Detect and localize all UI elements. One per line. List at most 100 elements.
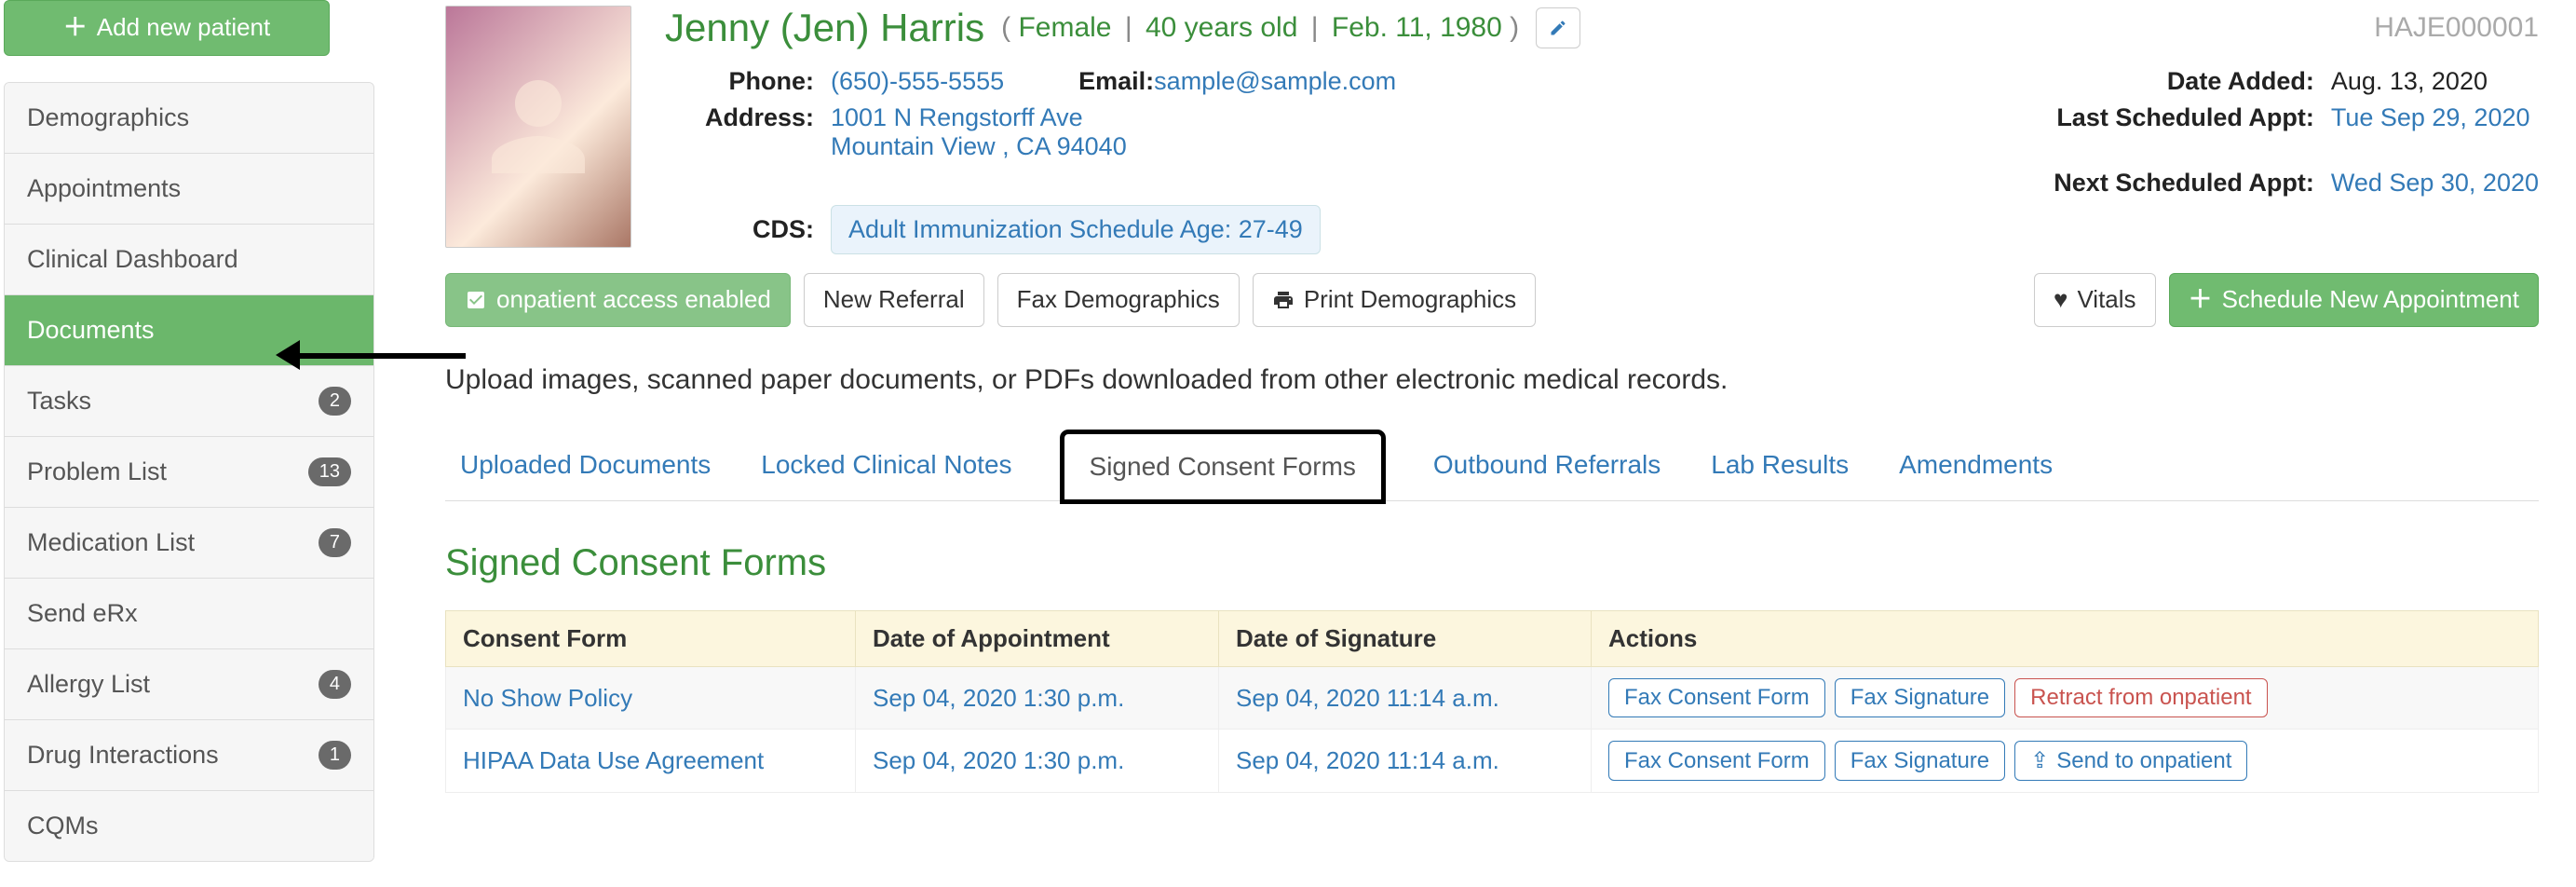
sidebar: ＋ Add new patient Demographics Appointmen… — [0, 0, 378, 862]
address-value[interactable]: 1001 N Rengstorff Ave Mountain View , CA… — [831, 103, 1396, 161]
sidebar-item-cqms[interactable]: CQMs — [5, 791, 373, 861]
patient-age: 40 years old — [1146, 12, 1297, 43]
date-added-value: Aug. 13, 2020 — [2331, 67, 2539, 96]
table-header-row: Consent Form Date of Appointment Date of… — [446, 611, 2539, 667]
address-line2: Mountain View , CA 94040 — [831, 132, 1396, 161]
heart-icon: ♥ — [2054, 284, 2068, 316]
share-icon: ⇪ — [2030, 748, 2049, 773]
send-to-onpatient-button[interactable]: ⇪ Send to onpatient — [2014, 741, 2247, 781]
sidebar-item-label: Tasks — [27, 387, 91, 416]
sidebar-item-tasks[interactable]: Tasks2 — [5, 366, 373, 437]
plus-icon: ＋ — [2189, 284, 2213, 316]
col-date-appointment: Date of Appointment — [856, 611, 1219, 667]
schedule-appointment-label: Schedule New Appointment — [2222, 284, 2519, 316]
next-appt-value[interactable]: Wed Sep 30, 2020 — [2331, 169, 2539, 198]
tab-amendments[interactable]: Amendments — [1899, 430, 2053, 500]
person-icon — [482, 71, 594, 183]
next-appt-label: Next Scheduled Appt: — [1998, 169, 2314, 198]
sidebar-badge: 13 — [308, 457, 351, 486]
email-value[interactable]: sample@sample.com — [1154, 67, 1396, 96]
plus-icon: ＋ — [63, 12, 88, 44]
date-added-label: Date Added: — [1998, 67, 2314, 96]
upload-hint: Upload images, scanned paper documents, … — [445, 364, 2539, 396]
sidebar-badge: 7 — [319, 528, 351, 557]
phone-value[interactable]: (650)-555-5555 — [831, 67, 1004, 96]
appt-date-link[interactable]: Sep 04, 2020 1:30 p.m. — [873, 746, 1124, 774]
fax-demographics-label: Fax Demographics — [1017, 284, 1220, 316]
edit-patient-button[interactable] — [1536, 7, 1580, 48]
tab-uploaded-documents[interactable]: Uploaded Documents — [460, 430, 711, 500]
sidebar-item-send-erx[interactable]: Send eRx — [5, 579, 373, 649]
pencil-icon — [1549, 19, 1567, 37]
sidebar-badge: 1 — [319, 741, 351, 770]
sidebar-item-drug-interactions[interactable]: Drug Interactions1 — [5, 720, 373, 791]
sidebar-item-label: Demographics — [27, 103, 189, 132]
table-row: HIPAA Data Use Agreement Sep 04, 2020 1:3… — [446, 730, 2539, 793]
sidebar-item-label: Send eRx — [27, 599, 138, 628]
print-demographics-button[interactable]: Print Demographics — [1253, 273, 1536, 327]
tab-signed-consent-forms[interactable]: Signed Consent Forms — [1063, 432, 1383, 501]
patient-header: Jenny (Jen) Harris ( Female | 40 years o… — [445, 6, 2539, 254]
print-icon — [1272, 289, 1295, 311]
add-patient-button[interactable]: ＋ Add new patient — [4, 0, 330, 56]
cds-label: CDS: — [665, 215, 814, 244]
signature-date[interactable]: Sep 04, 2020 11:14 a.m. — [1236, 684, 1499, 712]
patient-id: HAJE000001 — [2374, 12, 2539, 44]
signature-date[interactable]: Sep 04, 2020 11:14 a.m. — [1236, 746, 1499, 774]
patient-dob: Feb. 11, 1980 — [1332, 12, 1502, 43]
sidebar-item-medication-list[interactable]: Medication List 7 — [5, 508, 373, 579]
email-label: Email: — [1078, 67, 1154, 96]
sidebar-item-allergy-list[interactable]: Allergy List 4 — [5, 649, 373, 720]
address-line1: 1001 N Rengstorff Ave — [831, 103, 1396, 132]
vitals-button[interactable]: ♥ Vitals — [2034, 273, 2156, 327]
main-content: Jenny (Jen) Harris ( Female | 40 years o… — [378, 0, 2576, 830]
schedule-appointment-button[interactable]: ＋ Schedule New Appointment — [2169, 273, 2539, 327]
sidebar-item-label: Problem List — [27, 457, 167, 486]
table-row: No Show Policy Sep 04, 2020 1:30 p.m. Sep … — [446, 667, 2539, 730]
fax-consent-form-button[interactable]: Fax Consent Form — [1608, 741, 1825, 781]
sidebar-item-documents[interactable]: Documents — [5, 295, 373, 366]
tab-locked-clinical-notes[interactable]: Locked Clinical Notes — [761, 430, 1011, 500]
sidebar-item-label: Appointments — [27, 174, 181, 203]
fax-signature-button[interactable]: Fax Signature — [1835, 741, 2005, 781]
consent-form-link[interactable]: No Show Policy — [463, 684, 632, 712]
action-button-label: Retract from onpatient — [2030, 685, 2251, 710]
action-button-label: Send to onpatient — [2056, 748, 2231, 773]
sidebar-item-label: Allergy List — [27, 670, 150, 699]
section-title: Signed Consent Forms — [445, 542, 2539, 584]
sidebar-item-clinical-dashboard[interactable]: Clinical Dashboard — [5, 225, 373, 295]
action-bar: onpatient access enabled New Referral Fa… — [445, 273, 2539, 327]
consent-form-link[interactable]: HIPAA Data Use Agreement — [463, 746, 764, 774]
sidebar-item-label: Clinical Dashboard — [27, 245, 238, 274]
col-date-signature: Date of Signature — [1219, 611, 1592, 667]
col-actions: Actions — [1592, 611, 2539, 667]
new-referral-button[interactable]: New Referral — [804, 273, 984, 327]
sidebar-nav: Demographics Appointments Clinical Dashboa… — [4, 82, 374, 862]
document-tabs: Uploaded Documents Locked Clinical Notes S… — [445, 430, 2539, 501]
sidebar-item-appointments[interactable]: Appointments — [5, 154, 373, 225]
patient-name: Jenny (Jen) Harris — [665, 6, 984, 50]
patient-meta: ( Female | 40 years old | Feb. 11, 1980 … — [1001, 12, 1519, 44]
phone-label: Phone: — [665, 67, 814, 96]
onpatient-access-button[interactable]: onpatient access enabled — [445, 273, 791, 327]
cds-pill[interactable]: Adult Immunization Schedule Age: 27-49 — [831, 205, 1321, 254]
consent-forms-table: Consent Form Date of Appointment Date of… — [445, 610, 2539, 793]
sidebar-item-label: Medication List — [27, 528, 195, 557]
add-patient-label: Add new patient — [97, 12, 270, 44]
appt-date-link[interactable]: Sep 04, 2020 1:30 p.m. — [873, 684, 1124, 712]
fax-signature-button[interactable]: Fax Signature — [1835, 678, 2005, 717]
print-demographics-label: Print Demographics — [1304, 284, 1516, 316]
sidebar-item-problem-list[interactable]: Problem List 13 — [5, 437, 373, 508]
last-appt-label: Last Scheduled Appt: — [1998, 103, 2314, 132]
retract-from-onpatient-button[interactable]: Retract from onpatient — [2014, 678, 2267, 717]
tab-outbound-referrals[interactable]: Outbound Referrals — [1433, 430, 1661, 500]
col-consent-form: Consent Form — [446, 611, 856, 667]
sidebar-item-demographics[interactable]: Demographics — [5, 83, 373, 154]
check-square-icon — [465, 289, 487, 311]
fax-consent-form-button[interactable]: Fax Consent Form — [1608, 678, 1825, 717]
last-appt-value[interactable]: Tue Sep 29, 2020 — [2331, 103, 2539, 132]
vitals-label: Vitals — [2077, 284, 2135, 316]
tab-lab-results[interactable]: Lab Results — [1711, 430, 1849, 500]
fax-demographics-button[interactable]: Fax Demographics — [997, 273, 1240, 327]
sidebar-badge: 4 — [319, 670, 351, 699]
